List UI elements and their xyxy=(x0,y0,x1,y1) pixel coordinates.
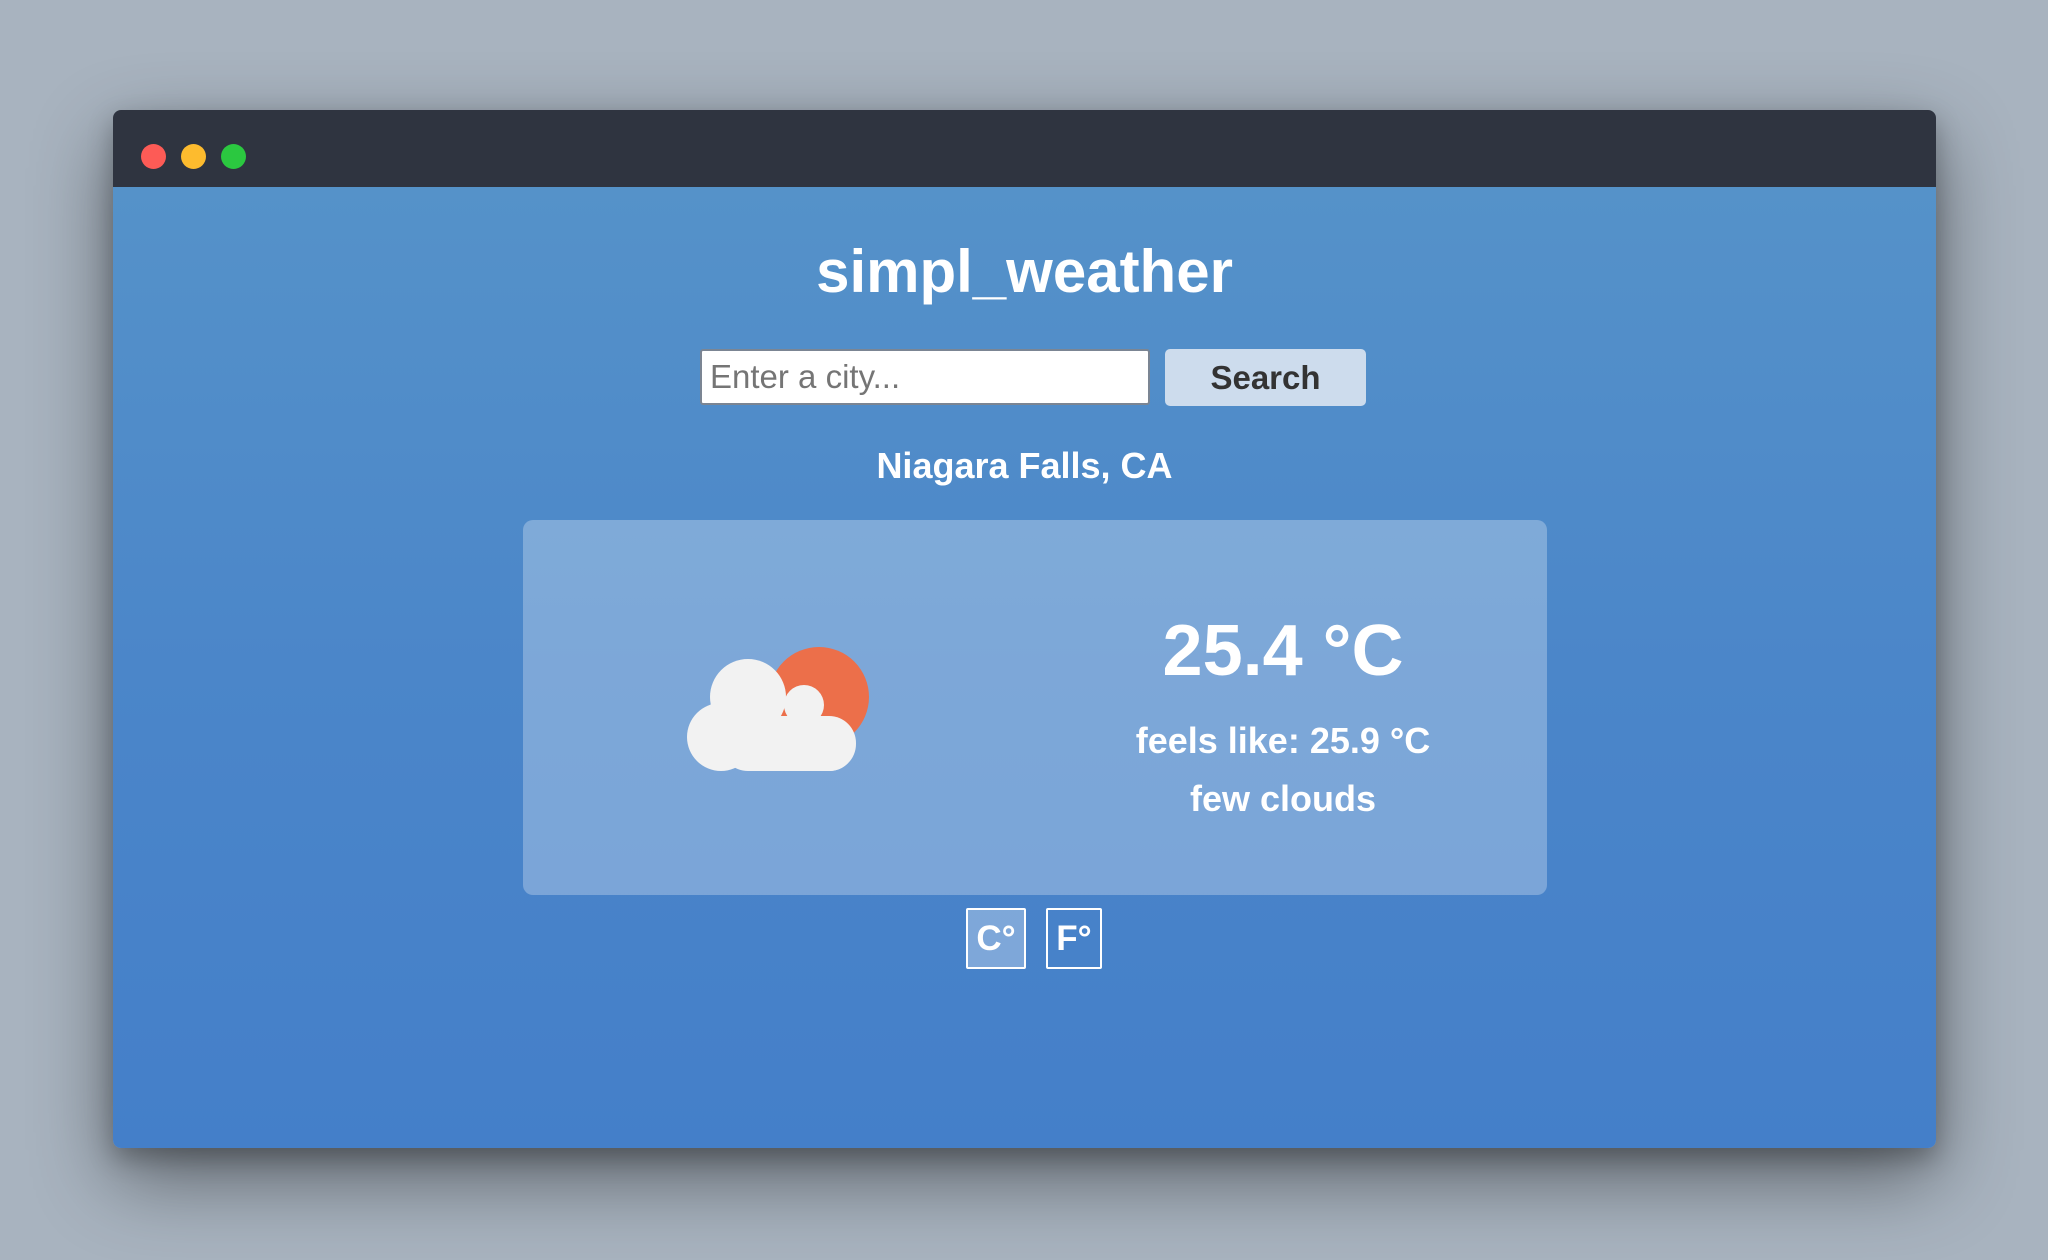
temperature-value: 25.4 °C xyxy=(1162,611,1404,691)
city-search-input[interactable] xyxy=(700,349,1150,405)
window-titlebar xyxy=(113,110,1936,187)
weather-description: few clouds xyxy=(1189,778,1377,819)
minimize-window-button[interactable] xyxy=(181,144,206,169)
fahrenheit-toggle-button[interactable]: F° xyxy=(1046,908,1102,969)
search-button[interactable]: Search xyxy=(1165,349,1366,406)
maximize-window-button[interactable] xyxy=(221,144,246,169)
location-label: Niagara Falls, CA xyxy=(876,445,1173,486)
app-title: simpl_weather xyxy=(816,238,1233,305)
feels-like-value: feels like: 25.9 °C xyxy=(1135,720,1431,761)
partly-cloudy-icon xyxy=(687,647,869,771)
app-content: simpl_weather Search Niagara Falls, CA 2… xyxy=(113,187,1936,1148)
weather-card: 25.4 °C feels like: 25.9 °C few clouds xyxy=(523,520,1547,895)
celsius-toggle-button[interactable]: C° xyxy=(966,908,1026,969)
close-window-button[interactable] xyxy=(141,144,166,169)
browser-window: simpl_weather Search Niagara Falls, CA 2… xyxy=(113,110,1936,1148)
